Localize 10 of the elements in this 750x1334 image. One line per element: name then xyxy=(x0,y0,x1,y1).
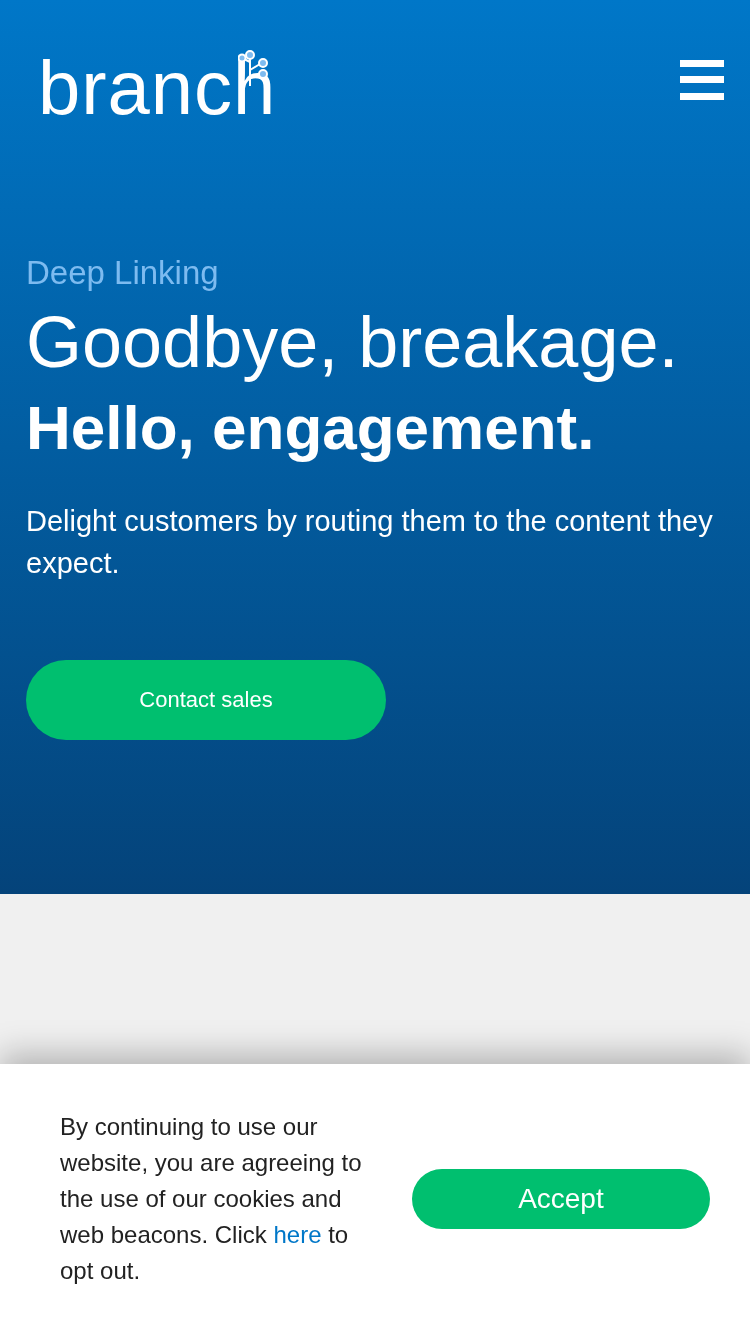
headline: Goodbye, breakage. xyxy=(26,301,680,384)
eyebrow-text: Deep Linking xyxy=(26,254,220,292)
cookie-notice: By continuing to use our website, you are agreeing to the use of our cookies and web beacons. Click here to opt out. xyxy=(60,1112,363,1286)
menu-icon[interactable] xyxy=(680,60,724,100)
description-text: Delight customers by routing them to the content they expect. xyxy=(26,504,714,581)
contact-sales-button[interactable]: Contact sales xyxy=(26,660,386,740)
branch-logo[interactable]: branch xyxy=(38,52,277,124)
accept-button[interactable]: Accept xyxy=(411,1169,710,1229)
headline-bold: Hello, engagement. xyxy=(26,392,596,464)
opt-out-link[interactable]: here xyxy=(273,1221,322,1248)
